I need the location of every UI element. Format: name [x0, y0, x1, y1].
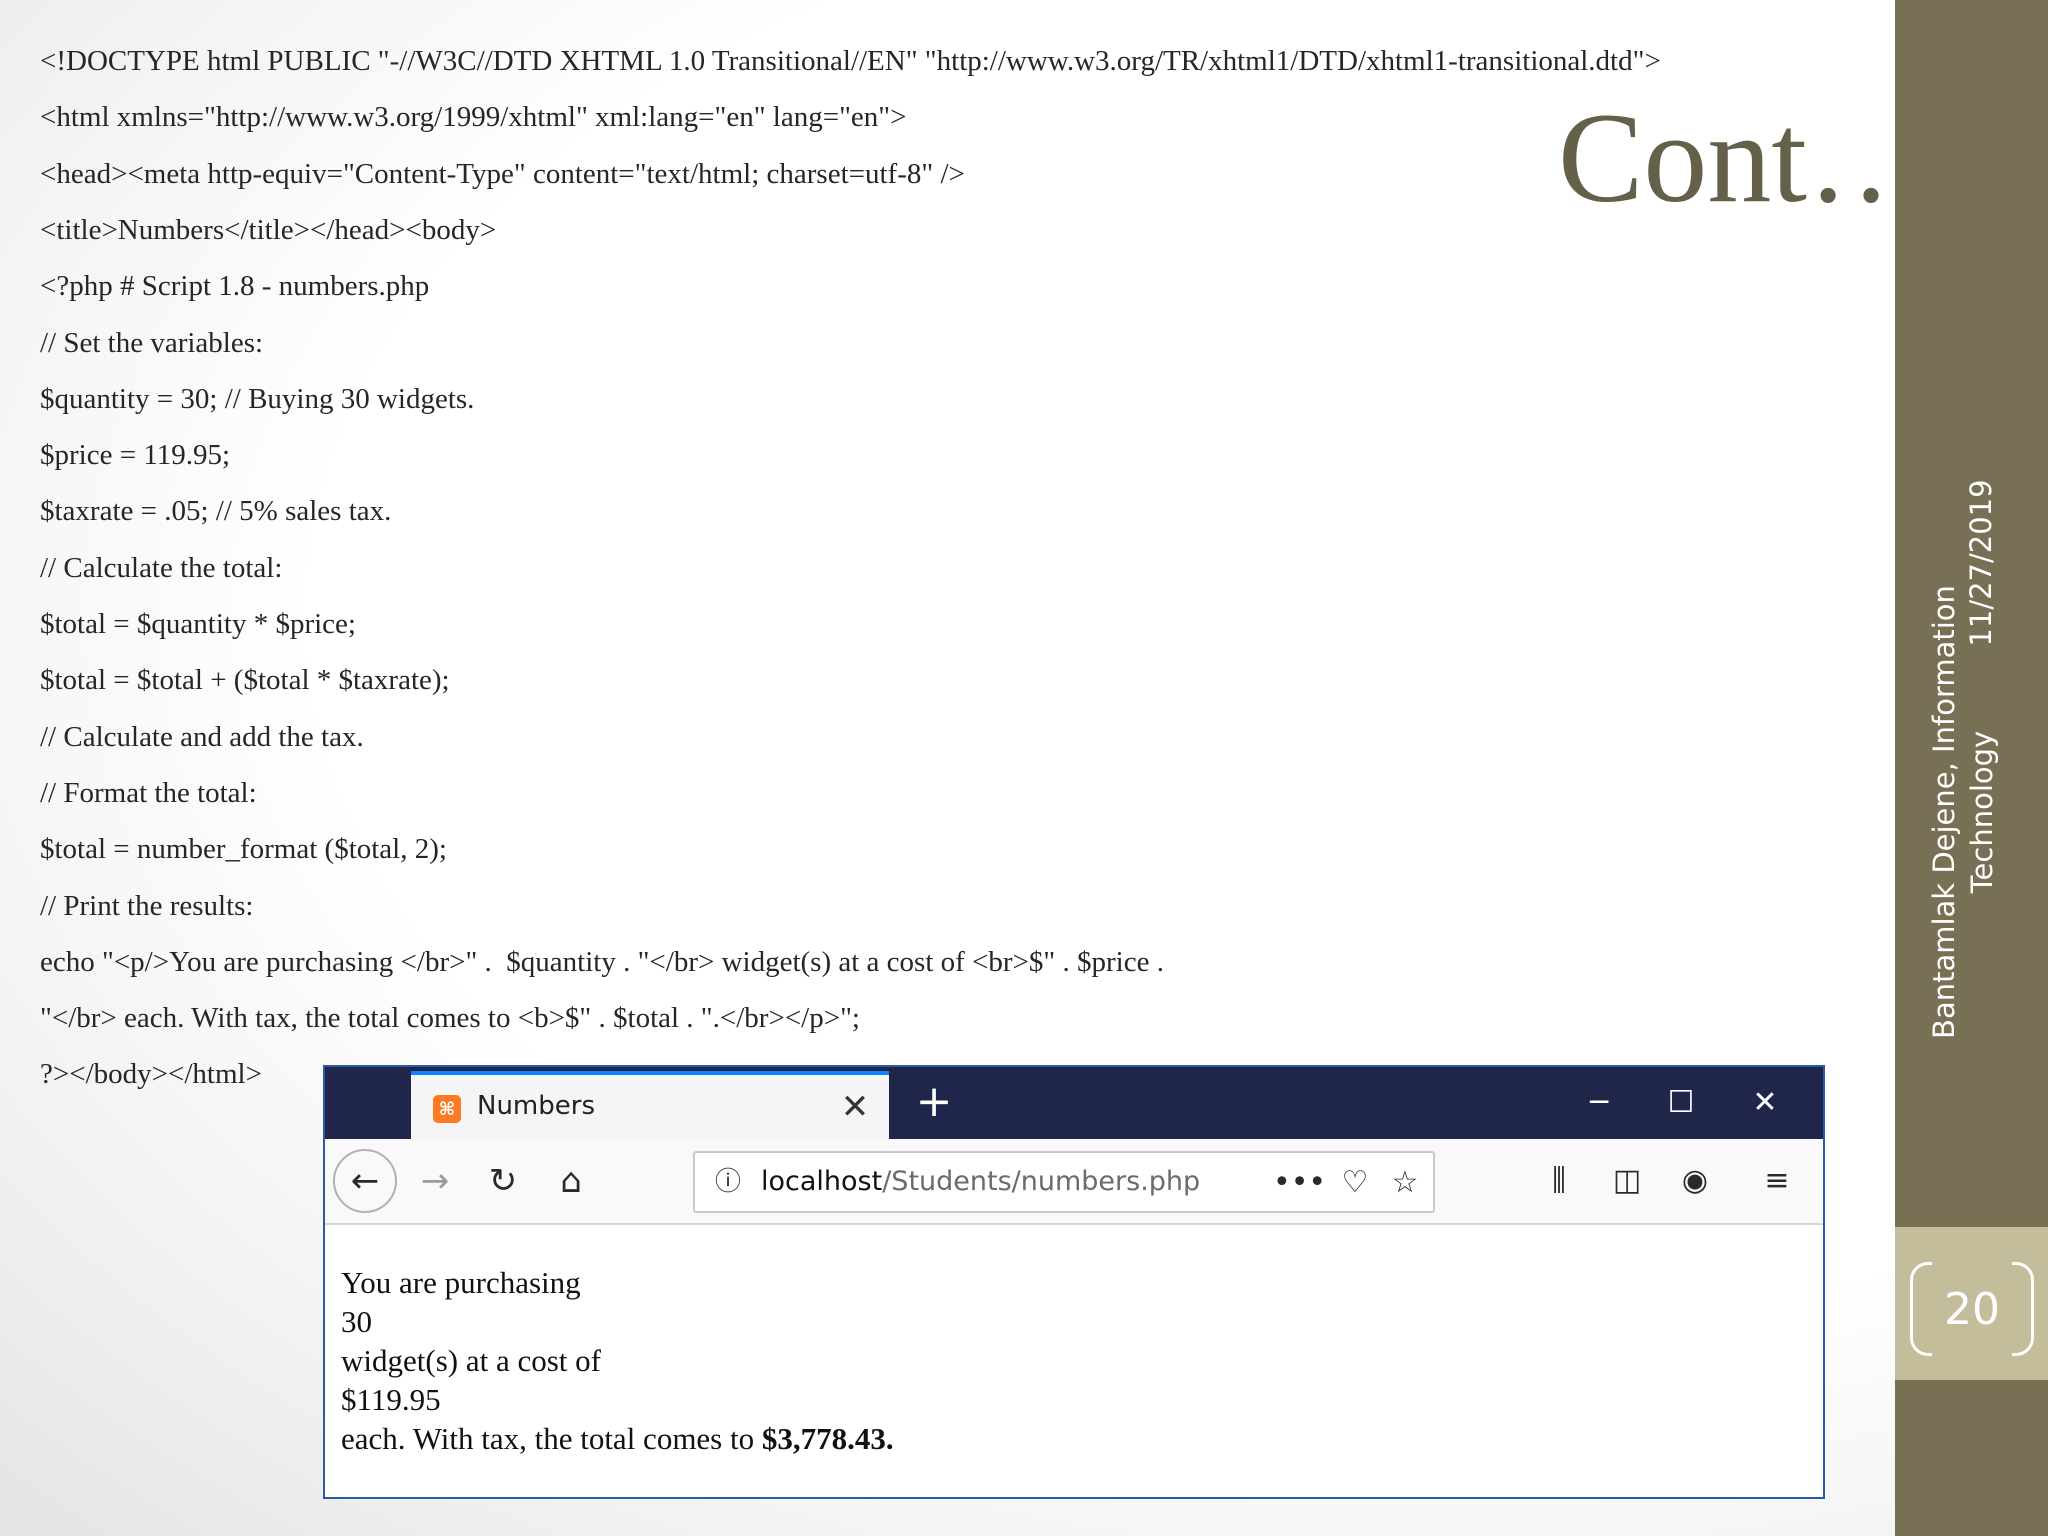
forward-arrow-icon[interactable]: →	[411, 1157, 459, 1205]
code-line: // Format the total:	[40, 776, 257, 809]
code-line: <?php # Script 1.8 - numbers.php	[40, 270, 430, 303]
code-line: <!DOCTYPE html PUBLIC "-//W3C//DTD XHTML…	[40, 45, 1661, 77]
content-line-5: each. With tax, the total comes to $3,77…	[341, 1419, 894, 1458]
content-line-5-prefix: each. With tax, the total comes to	[341, 1421, 762, 1456]
page-content: You are purchasing 30 widget(s) at a cos…	[341, 1263, 894, 1458]
code-line: $total = $total + ($total * $taxrate);	[40, 664, 450, 697]
tab-numbers[interactable]: ⌘ Numbers ✕	[411, 1071, 889, 1139]
account-icon[interactable]: ◉	[1671, 1157, 1719, 1205]
code-line: $total = number_format ($total, 2);	[40, 833, 447, 866]
slide-author: Bantamlak Dejene, Information Technology	[1925, 562, 2005, 1062]
code-line: // Calculate and add the tax.	[40, 720, 364, 753]
info-icon[interactable]: ⓘ	[711, 1165, 745, 1199]
maximize-icon[interactable]: ☐	[1651, 1079, 1711, 1127]
tab-bar: ⌘ Numbers ✕ + ─ ☐ ✕	[325, 1067, 1823, 1139]
more-icon[interactable]: •••	[1273, 1161, 1326, 1205]
url-path: /Students/numbers.php	[882, 1166, 1201, 1197]
tab-title: Numbers	[477, 1091, 595, 1121]
code-line: <head><meta http-equiv="Content-Type" co…	[40, 157, 965, 190]
slide-title: Cont…	[1558, 87, 1935, 229]
code-line: $total = $quantity * $price;	[40, 608, 356, 640]
code-line: ?></body></html>	[40, 1058, 262, 1091]
code-line: $quantity = 30; // Buying 30 widgets.	[40, 382, 475, 415]
home-icon[interactable]: ⌂	[547, 1157, 595, 1205]
close-window-icon[interactable]: ✕	[1735, 1079, 1795, 1127]
star-icon[interactable]: ☆	[1383, 1161, 1427, 1205]
code-line: $taxrate = .05; // 5% sales tax.	[40, 495, 392, 528]
reload-icon[interactable]: ↻	[479, 1157, 527, 1205]
back-arrow-icon[interactable]: ←	[333, 1149, 397, 1213]
content-line-3: widget(s) at a cost of	[341, 1343, 601, 1378]
url-text: localhost/Students/numbers.php	[761, 1166, 1200, 1197]
content-line-2: 30	[341, 1304, 372, 1339]
close-icon[interactable]: ✕	[835, 1087, 875, 1127]
nav-bar: ← → ↻ ⌂ ⓘ localhost/Students/numbers.php…	[325, 1139, 1823, 1225]
content-total: $3,778.43.	[761, 1421, 894, 1456]
url-host: localhost	[761, 1166, 883, 1197]
code-line: $price = 119.95;	[40, 439, 231, 472]
pocket-icon[interactable]: ♡	[1333, 1161, 1377, 1205]
content-line-1: You are purchasing	[341, 1265, 581, 1300]
code-line: // Calculate the total:	[40, 551, 283, 584]
xampp-icon: ⌘	[433, 1095, 461, 1123]
code-line: <html xmlns="http://www.w3.org/1999/xhtm…	[40, 101, 907, 134]
hamburger-menu-icon[interactable]: ≡	[1753, 1157, 1801, 1205]
library-icon[interactable]: ⫼	[1535, 1157, 1583, 1205]
page-number: 20	[1944, 1283, 2000, 1335]
code-line: <title>Numbers</title></head><body>	[40, 213, 497, 246]
sidebar-icon[interactable]: ◫	[1603, 1157, 1651, 1205]
content-line-4: $119.95	[341, 1382, 441, 1417]
code-line: // Set the variables:	[40, 326, 264, 359]
code-line: echo "<p/>You are purchasing </br>" . $q…	[40, 945, 1164, 978]
plus-icon[interactable]: +	[909, 1077, 959, 1127]
browser-window: ⌘ Numbers ✕ + ─ ☐ ✕ ← → ↻ ⌂ ⓘ localhost/…	[323, 1065, 1825, 1499]
minimize-icon[interactable]: ─	[1569, 1079, 1629, 1127]
code-line: "</br> each. With tax, the total comes t…	[40, 1002, 860, 1035]
url-bar[interactable]: ⓘ localhost/Students/numbers.php ••• ♡ ☆	[693, 1151, 1435, 1213]
code-line: // Print the results:	[40, 889, 254, 922]
author-line-1: Bantamlak Dejene, Information	[1927, 585, 1961, 1039]
author-line-2: Technology	[1965, 730, 1999, 894]
